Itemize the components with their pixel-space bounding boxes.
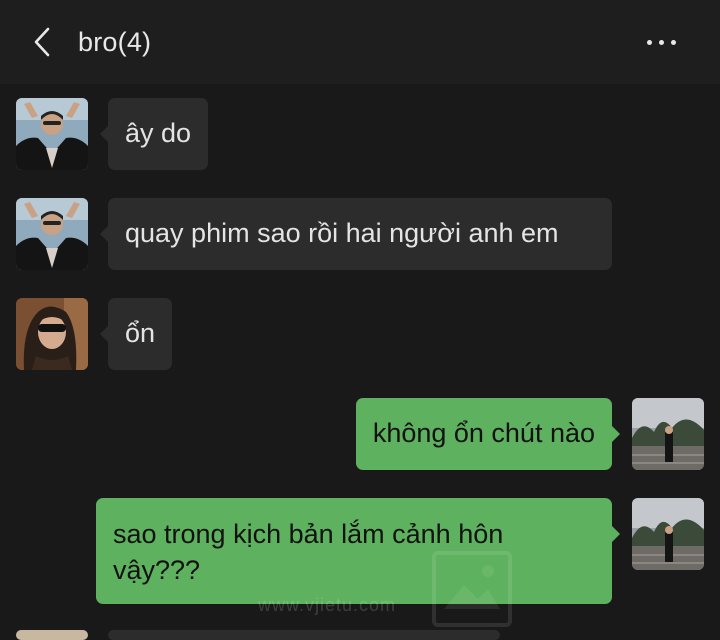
avatar-image [632, 498, 704, 570]
message-bubble-outgoing[interactable]: không ổn chút nào [355, 398, 621, 470]
avatar-self[interactable] [632, 398, 704, 470]
more-options-button[interactable] [636, 22, 686, 62]
chat-header: bro(4) [0, 0, 720, 84]
avatar-image [16, 98, 88, 170]
avatar-image [16, 198, 88, 270]
avatar-friend-partial[interactable] [16, 630, 88, 640]
more-dots-icon [646, 39, 652, 45]
message-row: quay phim sao rồi hai người anh em [0, 198, 720, 270]
message-row-partial [0, 630, 720, 640]
back-button[interactable] [22, 22, 62, 62]
avatar-image [16, 298, 88, 370]
message-row: ổn [0, 298, 720, 370]
chat-title: bro(4) [78, 27, 152, 57]
chevron-left-icon [34, 27, 50, 57]
more-dots-icon-dot [670, 39, 676, 45]
avatar-image [632, 398, 704, 470]
message-row: sao trong kịch bản lắm cảnh hôn vậy??? [0, 498, 720, 604]
message-bubble-incoming[interactable]: ây do [99, 98, 209, 170]
avatar-friend-2[interactable] [16, 298, 88, 370]
avatar-friend-1[interactable] [16, 98, 88, 170]
message-bubble-incoming[interactable]: quay phim sao rồi hai người anh em [100, 198, 612, 270]
message-bubble-incoming[interactable]: ổn [99, 298, 173, 370]
more-dots-icon-dot [658, 39, 664, 45]
avatar-friend-1[interactable] [16, 198, 88, 270]
chat-screen: bro(4) ây do quay phim sao rồi hai người… [0, 0, 720, 640]
avatar-self[interactable] [632, 498, 704, 570]
message-row: ây do [0, 98, 720, 170]
message-bubble-incoming-partial[interactable] [108, 630, 500, 640]
message-row: không ổn chút nào [0, 398, 720, 470]
message-bubble-outgoing[interactable]: sao trong kịch bản lắm cảnh hôn vậy??? [96, 498, 620, 604]
